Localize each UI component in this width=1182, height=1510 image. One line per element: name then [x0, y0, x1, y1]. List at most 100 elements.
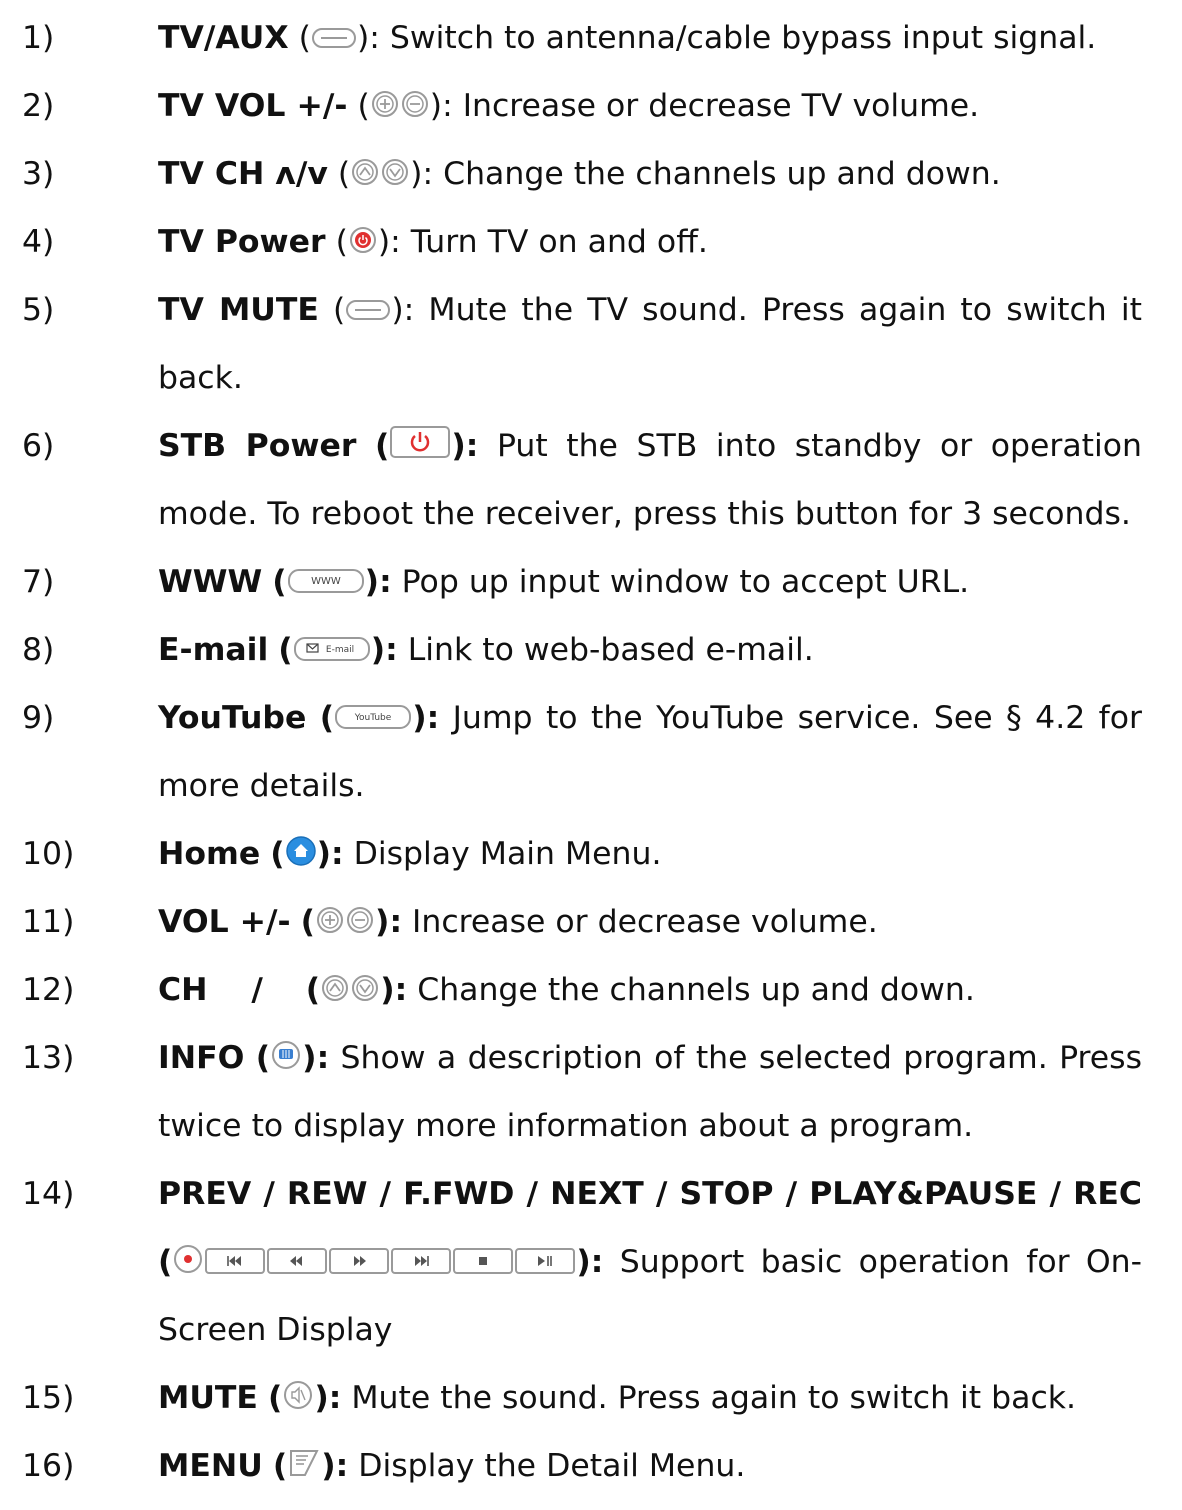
next-button-icon: [390, 1247, 452, 1275]
item-description: : Switch to antenna/cable bypass input s…: [369, 20, 1097, 56]
info-button-icon: [270, 1039, 302, 1071]
email-button-icon: E-mail: [293, 635, 371, 663]
close-paren: ):: [375, 904, 403, 940]
item-number: 15): [22, 1380, 75, 1416]
oval-button-icon: [311, 25, 357, 51]
list-item: 13) INFO ( ): Show a description of the s…: [0, 1024, 1182, 1160]
item-term: YouTube: [158, 700, 307, 736]
plus-circle-icon: [370, 89, 400, 119]
open-paren: (: [337, 156, 351, 192]
close-paren: ): [377, 224, 391, 260]
open-paren: (: [319, 700, 335, 736]
list-item: 7) WWW ( WWW): Pop up input window to acc…: [0, 548, 1182, 616]
item-term: PREV / REW / F.FWD / NEXT / STOP / PLAY&…: [158, 1176, 1142, 1212]
close-paren: ):: [314, 1380, 342, 1416]
list-item: 11) VOL +/- ( ): Increase or decrease vol…: [0, 888, 1182, 956]
item-number: 9): [22, 700, 55, 736]
open-paren: (: [333, 292, 346, 328]
item-number: 3): [22, 156, 55, 192]
item-description: Jump to the YouTube service. See § 4.2 f…: [158, 700, 1142, 804]
item-description: : Turn TV on and off.: [390, 224, 708, 260]
open-paren: (: [267, 1380, 283, 1416]
item-term: WWW: [158, 564, 263, 600]
oval-button-icon: [345, 297, 391, 323]
document: 1) TV/AUX ( ) : Switch to antenna/cable by…: [0, 0, 1182, 1500]
item-description: Display the Detail Menu.: [348, 1448, 746, 1484]
item-description: Link to web-based e-mail.: [397, 632, 814, 668]
item-term: CH /: [158, 972, 296, 1008]
open-paren: (: [374, 428, 390, 464]
down-circle-icon: [350, 973, 380, 1003]
list-item: 10) Home ( ): Display Main Menu.: [0, 820, 1182, 888]
item-number: 5): [22, 292, 55, 328]
item-number: 12): [22, 972, 75, 1008]
open-paren: (: [278, 632, 293, 668]
item-description: Display Main Menu.: [343, 836, 662, 872]
minus-circle-icon: [345, 905, 375, 935]
item-term: TV MUTE: [158, 292, 319, 328]
down-circle-icon: [380, 157, 410, 187]
list-item: 1) TV/AUX ( ): Switch to antenna/cable by…: [0, 4, 1182, 72]
close-paren: ): [391, 292, 404, 328]
item-description: Change the channels up and down.: [407, 972, 975, 1008]
close-paren: ):: [321, 1448, 349, 1484]
item-description: : Increase or decrease TV volume.: [442, 88, 980, 124]
list-item: 6) STB Power ( ): Put the STB into standb…: [0, 412, 1182, 548]
plus-circle-icon: [315, 905, 345, 935]
item-number: 7): [22, 564, 55, 600]
item-term: INFO: [158, 1040, 245, 1076]
item-number: 13): [22, 1040, 75, 1076]
item-term: VOL +/-: [158, 904, 291, 940]
svg-text:WWW: WWW: [311, 576, 341, 587]
open-paren: (: [335, 224, 348, 260]
open-paren: (: [300, 904, 316, 940]
close-paren: ):: [380, 972, 408, 1008]
close-paren: ):: [412, 700, 440, 736]
up-circle-icon: [320, 973, 350, 1003]
item-term: TV Power: [158, 224, 326, 260]
close-paren: ): [429, 88, 443, 124]
list-item: 4) TV Power ( ): Turn TV on and off.: [0, 208, 1182, 276]
power-round-icon: [348, 225, 378, 255]
open-paren: (: [298, 20, 311, 56]
list-item: 2) TV VOL +/- ( ): Increase or decrease T…: [0, 72, 1182, 140]
close-paren: ):: [364, 564, 392, 600]
minus-circle-icon: [400, 89, 430, 119]
open-paren: (: [272, 564, 287, 600]
item-number: 14): [22, 1176, 75, 1212]
rec-button-icon: [172, 1243, 204, 1275]
playpause-button-icon: [514, 1247, 576, 1275]
item-term: TV/AUX: [158, 20, 289, 56]
home-button-icon: [285, 835, 317, 867]
menu-button-icon: [287, 1447, 321, 1479]
close-paren: ):: [451, 428, 479, 464]
list-item: 8) E-mail ( E-mail): Link to web-based e-…: [0, 616, 1182, 684]
item-description: Pop up input window to accept URL.: [391, 564, 970, 600]
close-paren: ):: [370, 632, 398, 668]
item-term: E-mail: [158, 632, 269, 668]
mute-button-icon: [282, 1379, 314, 1411]
item-number: 2): [22, 88, 55, 124]
close-paren: ):: [302, 1040, 330, 1076]
item-number: 16): [22, 1448, 75, 1484]
item-number: 8): [22, 632, 55, 668]
item-number: 1): [22, 20, 55, 56]
close-paren: ): [410, 156, 423, 192]
item-term: TV VOL +/-: [158, 88, 348, 124]
item-term: MUTE: [158, 1380, 258, 1416]
list-item: 3) TV CH ʌ/v ( ): Change the channels up …: [0, 140, 1182, 208]
open-paren: (: [357, 88, 370, 124]
item-number: 11): [22, 904, 75, 940]
www-button-icon: WWW: [287, 567, 365, 595]
item-term: Home: [158, 836, 261, 872]
item-term: MENU: [158, 1448, 263, 1484]
item-number: 10): [22, 836, 75, 872]
stop-button-icon: [452, 1247, 514, 1275]
svg-text:E-mail: E-mail: [326, 645, 354, 655]
power-rect-icon: [389, 425, 451, 459]
open-paren: (: [272, 1448, 288, 1484]
list-item: 5) TV MUTE ( ): Mute the TV sound. Press …: [0, 276, 1182, 412]
item-number: 6): [22, 428, 55, 464]
close-paren: ):: [316, 836, 344, 872]
prev-button-icon: [204, 1247, 266, 1275]
